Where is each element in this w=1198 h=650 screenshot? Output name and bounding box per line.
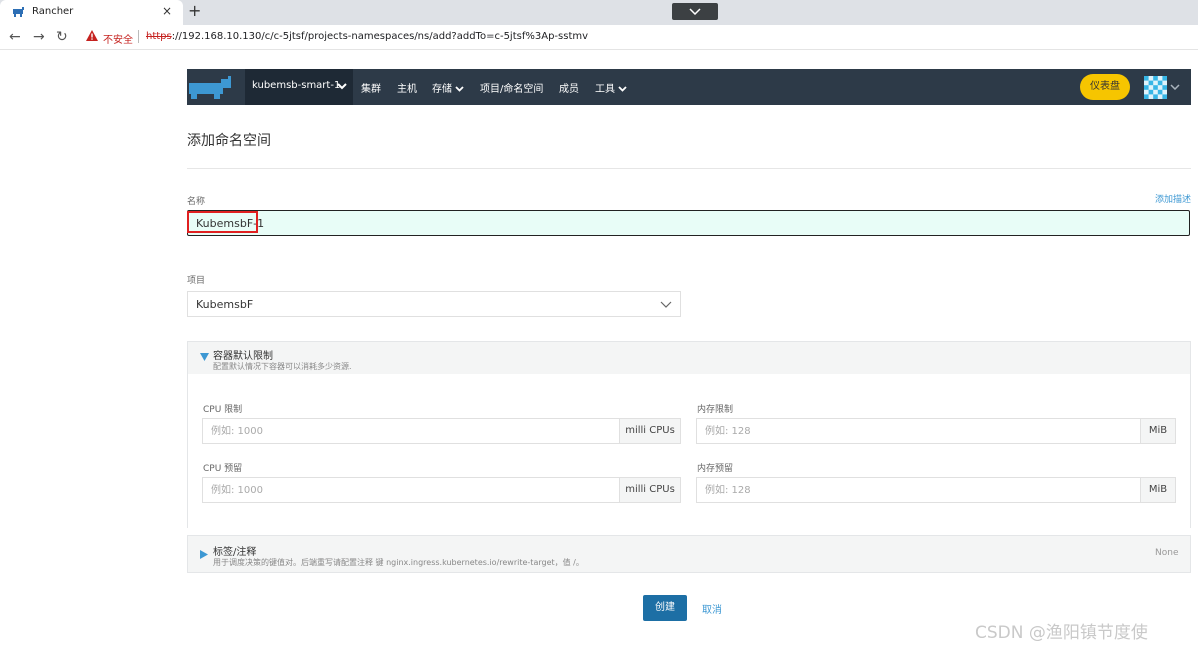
address-bar: ← → ↻ 不安全 https://192.168.10.130/c/c-5jt…: [0, 25, 1198, 50]
name-label: 名称: [187, 197, 206, 207]
nav-storage[interactable]: 存储: [432, 80, 464, 95]
memory-limit-label: 内存限制: [697, 405, 734, 415]
project-selected-value: KubemsbF: [196, 298, 254, 311]
nav-cluster[interactable]: 集群: [361, 80, 381, 95]
app-header: kubemsb-smart-1 集群 主机 存储 项目/命名空间 成员 工具 仪…: [187, 69, 1191, 105]
nav-tools[interactable]: 工具: [595, 80, 627, 95]
user-avatar-icon[interactable]: [1144, 76, 1167, 99]
rancher-favicon-icon: [13, 7, 24, 17]
memory-reserve-label: 内存预留: [697, 464, 734, 474]
nav-projects-namespaces[interactable]: 项目/命名空间: [480, 80, 543, 95]
warning-icon: [86, 30, 98, 41]
browser-tab-title: Rancher: [32, 6, 74, 17]
memory-reserve-unit: MiB: [1141, 477, 1176, 503]
add-description-link[interactable]: 添加描述: [1155, 192, 1191, 205]
tab-search-button[interactable]: [672, 3, 718, 20]
container-limits-subtitle: 配置默认情况下容器可以消耗多少资源.: [213, 362, 352, 371]
labels-annotations-section[interactable]: 标签/注释 用于调度决策的键值对。后端重写请配置注释 键 nginx.ingre…: [187, 535, 1191, 573]
project-label: 项目: [187, 276, 206, 286]
nav-members[interactable]: 成员: [559, 80, 579, 95]
cpu-limit-label: CPU 限制: [203, 405, 243, 415]
labels-status: None: [1155, 548, 1179, 558]
back-arrow-icon[interactable]: ←: [9, 29, 21, 45]
labels-annotations-subtitle: 用于调度决策的键值对。后端重写请配置注释 键 nginx.ingress.kub…: [213, 558, 584, 567]
labels-annotations-title: 标签/注释: [213, 547, 257, 558]
title-divider: [187, 168, 1191, 169]
chevron-down-icon[interactable]: [1170, 84, 1180, 90]
forward-arrow-icon[interactable]: →: [33, 29, 45, 45]
chevron-down-icon: [618, 86, 627, 92]
watermark: CSDN @渔阳镇节度使: [975, 623, 1148, 643]
nav-storage-label: 存储: [432, 84, 452, 95]
address-divider: [138, 30, 139, 43]
rancher-logo-icon[interactable]: [187, 75, 235, 99]
page-title: 添加命名空间: [187, 133, 271, 149]
security-status[interactable]: 不安全: [103, 31, 133, 46]
nav-hosts[interactable]: 主机: [397, 80, 417, 95]
cluster-name: kubemsb-smart-1: [252, 80, 341, 91]
dashboard-button[interactable]: 仪表盘: [1080, 74, 1130, 100]
reload-icon[interactable]: ↻: [56, 29, 68, 45]
cpu-reserve-label: CPU 预留: [203, 464, 243, 474]
cpu-limit-input[interactable]: [202, 418, 620, 444]
cpu-reserve-input[interactable]: [202, 477, 620, 503]
browser-tab[interactable]: Rancher ×: [0, 0, 183, 25]
close-tab-icon[interactable]: ×: [162, 4, 172, 18]
container-limits-section: 容器默认限制 配置默认情况下容器可以消耗多少资源. CPU 限制 milli C…: [187, 341, 1191, 528]
triangle-down-icon: [200, 353, 209, 361]
chevron-down-icon: [660, 301, 672, 308]
create-button[interactable]: 创建: [643, 595, 687, 621]
cluster-switcher[interactable]: kubemsb-smart-1: [245, 69, 353, 105]
chevron-down-icon: [337, 83, 347, 90]
nav-tools-label: 工具: [595, 84, 615, 95]
cpu-reserve-unit: milli CPUs: [620, 477, 681, 503]
project-select[interactable]: KubemsbF: [187, 291, 681, 317]
memory-limit-unit: MiB: [1141, 418, 1176, 444]
url-scheme: https: [146, 31, 172, 42]
triangle-right-icon: [200, 550, 208, 559]
container-limits-header[interactable]: 容器默认限制 配置默认情况下容器可以消耗多少资源.: [188, 342, 1190, 374]
url-path: ://192.168.10.130/c/c-5jtsf/projects-nam…: [171, 31, 589, 42]
new-tab-icon[interactable]: +: [188, 1, 201, 20]
memory-reserve-input[interactable]: [696, 477, 1141, 503]
namespace-name-input[interactable]: [187, 210, 1190, 236]
container-limits-body: CPU 限制 milli CPUs 内存限制 MiB CPU 预留 milli …: [188, 374, 1190, 528]
cancel-button[interactable]: 取消: [702, 601, 722, 616]
container-limits-title: 容器默认限制: [213, 351, 273, 362]
chevron-down-icon: [689, 8, 701, 15]
browser-tab-bar: Rancher × +: [0, 0, 1198, 25]
memory-limit-input[interactable]: [696, 418, 1141, 444]
labels-annotations-header[interactable]: 标签/注释 用于调度决策的键值对。后端重写请配置注释 键 nginx.ingre…: [188, 536, 1190, 574]
cpu-limit-unit: milli CPUs: [620, 418, 681, 444]
chevron-down-icon: [455, 86, 464, 92]
url-text[interactable]: https://192.168.10.130/c/c-5jtsf/project…: [146, 31, 588, 42]
